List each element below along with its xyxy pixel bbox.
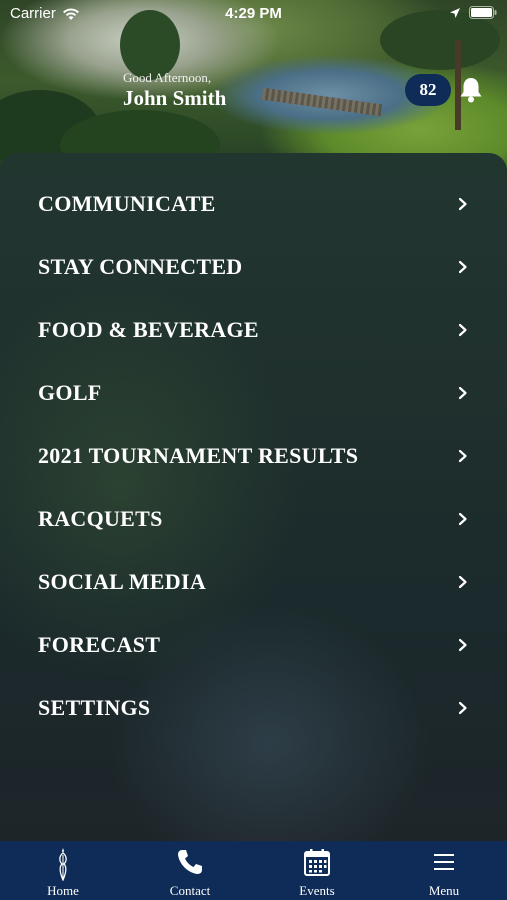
- battery-icon: [469, 6, 497, 19]
- menu-item-label: SOCIAL MEDIA: [38, 568, 207, 594]
- greeting-text: Good Afternoon,: [123, 70, 212, 85]
- chevron-right-icon: [458, 386, 467, 399]
- menu-item-label: COMMUNICATE: [38, 190, 216, 216]
- menu-item-golf[interactable]: GOLF: [0, 361, 507, 424]
- calendar-icon: [304, 849, 330, 876]
- status-bar: Carrier 4:29 PM: [0, 0, 507, 28]
- chevron-right-icon: [458, 197, 467, 210]
- main-menu-panel: COMMUNICATE STAY CONNECTED FOOD & BEVERA…: [0, 153, 507, 841]
- menu-item-label: GOLF: [38, 379, 102, 405]
- chevron-right-icon: [458, 701, 467, 714]
- menu-item-tournament-results[interactable]: 2021 TOURNAMENT RESULTS: [0, 424, 507, 487]
- chevron-right-icon: [458, 260, 467, 273]
- menu-item-communicate[interactable]: COMMUNICATE: [0, 172, 507, 235]
- menu-item-stay-connected[interactable]: STAY CONNECTED: [0, 235, 507, 298]
- chevron-right-icon: [458, 575, 467, 588]
- weather-temperature-badge[interactable]: 82: [405, 74, 451, 106]
- club-logo-icon: [59, 848, 67, 881]
- menu-item-label: RACQUETS: [38, 505, 163, 531]
- tab-home[interactable]: Home: [0, 841, 126, 900]
- member-name: John Smith: [123, 86, 227, 110]
- location-arrow-icon: [450, 7, 460, 18]
- menu-item-label: SETTINGS: [38, 694, 151, 720]
- menu-item-social-media[interactable]: SOCIAL MEDIA: [0, 550, 507, 613]
- tab-label: Menu: [428, 883, 460, 898]
- chevron-right-icon: [458, 638, 467, 651]
- menu-item-label: FORECAST: [38, 631, 161, 657]
- bottom-tab-bar: Home Contact Events Menu: [0, 841, 507, 900]
- menu-item-label: STAY CONNECTED: [38, 253, 243, 279]
- menu-item-racquets[interactable]: RACQUETS: [0, 487, 507, 550]
- menu-item-settings[interactable]: SETTINGS: [0, 676, 507, 739]
- tab-menu[interactable]: Menu: [381, 841, 507, 900]
- menu-item-forecast[interactable]: FORECAST: [0, 613, 507, 676]
- phone-icon: [178, 850, 202, 874]
- tab-label: Home: [47, 883, 79, 898]
- menu-item-label: FOOD & BEVERAGE: [38, 316, 259, 342]
- chevron-right-icon: [458, 449, 467, 462]
- tab-label: Events: [299, 883, 335, 898]
- menu-item-food-beverage[interactable]: FOOD & BEVERAGE: [0, 298, 507, 361]
- chevron-right-icon: [458, 323, 467, 336]
- menu-item-label: 2021 TOURNAMENT RESULTS: [38, 442, 359, 468]
- hamburger-icon: [434, 854, 454, 870]
- tab-label: Contact: [169, 883, 211, 898]
- tab-events[interactable]: Events: [254, 841, 380, 900]
- chevron-right-icon: [458, 512, 467, 525]
- notification-bell-icon[interactable]: [458, 76, 484, 104]
- tab-contact[interactable]: Contact: [127, 841, 253, 900]
- clock: 4:29 PM: [225, 5, 282, 22]
